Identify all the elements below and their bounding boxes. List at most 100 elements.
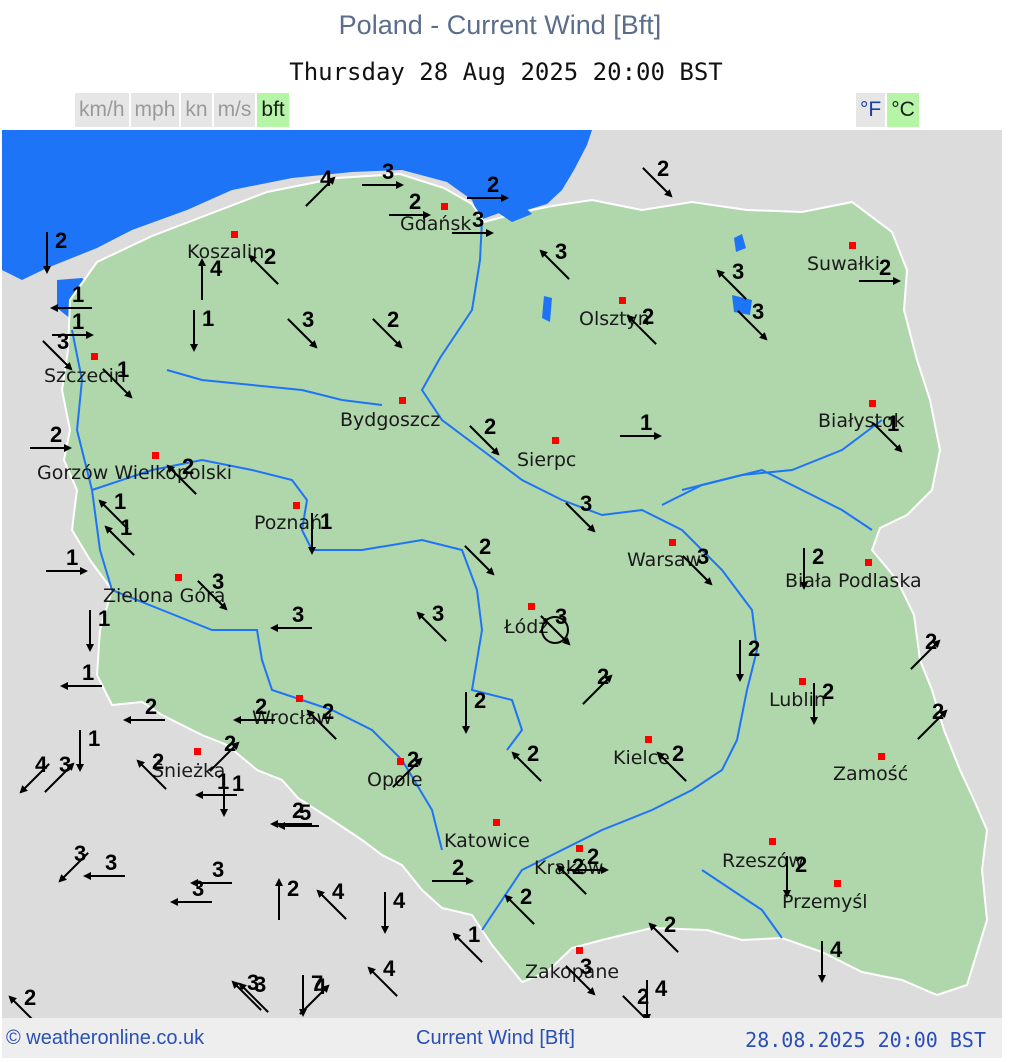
city-label[interactable]: Suwałki: [807, 253, 880, 275]
unit-selector: km/h mph kn m/s bft: [75, 93, 291, 127]
wind-force-label: 1: [117, 357, 129, 382]
wind-force-label: 2: [264, 244, 276, 269]
city-marker: [552, 437, 559, 444]
wind-force-label: 2: [24, 985, 36, 1010]
celsius-button[interactable]: °C: [887, 93, 919, 127]
city-label[interactable]: Warsaw: [627, 549, 701, 571]
city-marker: [194, 748, 201, 755]
wind-force-label: 2: [145, 694, 157, 719]
city-marker: [231, 231, 238, 238]
wind-force-label: 1: [232, 771, 244, 796]
wind-force-label: 1: [320, 509, 332, 534]
city-label[interactable]: Kielce: [613, 747, 670, 769]
wind-force-label: 2: [224, 731, 236, 756]
wind-force-label: 2: [925, 629, 937, 654]
unit-kn-button[interactable]: kn: [181, 93, 212, 127]
wind-force-label: 1: [640, 410, 652, 435]
wind-force-label: 2: [287, 876, 299, 901]
wind-force-label: 2: [479, 534, 491, 559]
wind-force-label: 2: [50, 422, 62, 447]
unit-mph-button[interactable]: mph: [130, 93, 180, 127]
wind-force-label: 1: [98, 606, 110, 631]
city-label[interactable]: Szczecin: [44, 365, 126, 387]
city-label[interactable]: Zamość: [833, 763, 908, 785]
wind-force-label: 1: [72, 282, 84, 307]
wind-force-label: 3: [302, 307, 314, 332]
wind-force-label: 3: [580, 491, 592, 516]
city-label[interactable]: Gdańsk: [400, 213, 471, 235]
wind-force-label: 4: [830, 937, 843, 962]
wind-force-label: 3: [192, 876, 204, 901]
temperature-unit-selector: °F °C: [856, 93, 921, 127]
city-label[interactable]: Biała Podlaska: [785, 570, 922, 592]
city-marker: [528, 603, 535, 610]
city-label[interactable]: Lublin: [769, 689, 826, 711]
unit-ms-button[interactable]: m/s: [213, 93, 256, 127]
city-label[interactable]: Sierpc: [517, 449, 576, 471]
wind-force-label: 2: [879, 255, 891, 280]
city-marker: [834, 880, 841, 887]
wind-force-label: 2: [748, 636, 760, 661]
wind-map[interactable]: Koszalin Gdańsk Suwałki Olsztyn Szczecin Bydg…: [2, 130, 1002, 1018]
wind-force-label: 3: [105, 850, 117, 875]
observation-datetime: Thursday 28 Aug 2025 20:00 BST: [289, 58, 723, 86]
wind-force-label: 2: [572, 854, 584, 879]
wind-force-label: 1: [217, 769, 229, 794]
city-label[interactable]: Bydgoszcz: [340, 409, 440, 431]
wind-force-label: 2: [664, 912, 676, 937]
city-marker: [669, 539, 676, 546]
wind-force-label: 4: [210, 256, 223, 281]
wind-force-label: 1: [66, 545, 78, 570]
wind-force-label: 2: [520, 884, 532, 909]
city-marker: [849, 242, 856, 249]
wind-force-label: 3: [752, 299, 764, 324]
wind-force-label: 3: [580, 954, 592, 979]
footer-timestamp: 28.08.2025 20:00 BST: [745, 1028, 986, 1052]
city-marker: [799, 678, 806, 685]
city-marker: [769, 838, 776, 845]
wind-force-label: 1: [120, 515, 132, 540]
wind-force-label: 3: [697, 544, 709, 569]
wind-force-label: 3: [212, 857, 224, 882]
product-name: Current Wind [Bft]: [416, 1027, 575, 1049]
wind-force-label: 1: [72, 309, 84, 334]
wind-force-label: 2: [55, 228, 67, 253]
wind-force-label: 2: [409, 189, 421, 214]
wind-force-label: 2: [474, 688, 486, 713]
city-label[interactable]: Rzeszów: [722, 850, 804, 872]
wind-force-label: 1: [114, 489, 126, 514]
wind-force-label: 3: [254, 972, 266, 997]
unit-bft-button[interactable]: bft: [257, 93, 289, 127]
wind-force-label: 4: [35, 752, 48, 777]
wind-force-label: 2: [642, 304, 654, 329]
page-title: Poland - Current Wind [Bft]: [338, 10, 662, 40]
city-label[interactable]: Przemyśl: [782, 891, 868, 913]
wind-force-label: 2: [452, 855, 464, 880]
city-marker: [441, 203, 448, 210]
wind-force-label: 5: [299, 800, 311, 825]
wind-force-label: 2: [182, 454, 194, 479]
city-label[interactable]: Zielona Góra: [103, 585, 225, 607]
city-marker: [175, 574, 182, 581]
city-label[interactable]: Katowice: [444, 830, 530, 852]
wind-force-label: 2: [587, 844, 599, 869]
wind-force-label: 3: [432, 601, 444, 626]
city-label[interactable]: Opole: [367, 769, 423, 791]
copyright-link[interactable]: © weatheronline.co.uk: [6, 1027, 204, 1050]
wind-force-label: 2: [822, 679, 834, 704]
city-marker: [493, 819, 500, 826]
city-marker: [152, 452, 159, 459]
unit-kmh-button[interactable]: km/h: [75, 93, 129, 127]
city-marker: [878, 753, 885, 760]
wind-force-label: 4: [655, 976, 668, 1001]
wind-force-label: 2: [932, 699, 944, 724]
wind-force-label: 3: [732, 259, 744, 284]
wind-force-label: 2: [152, 749, 164, 774]
city-marker: [619, 297, 626, 304]
city-marker: [865, 559, 872, 566]
fahrenheit-button[interactable]: °F: [856, 93, 886, 127]
wind-force-label: 2: [672, 741, 684, 766]
city-marker: [399, 397, 406, 404]
wind-force-label: 4: [314, 974, 327, 999]
city-label[interactable]: Gorzów Wielkopolski: [37, 462, 232, 484]
